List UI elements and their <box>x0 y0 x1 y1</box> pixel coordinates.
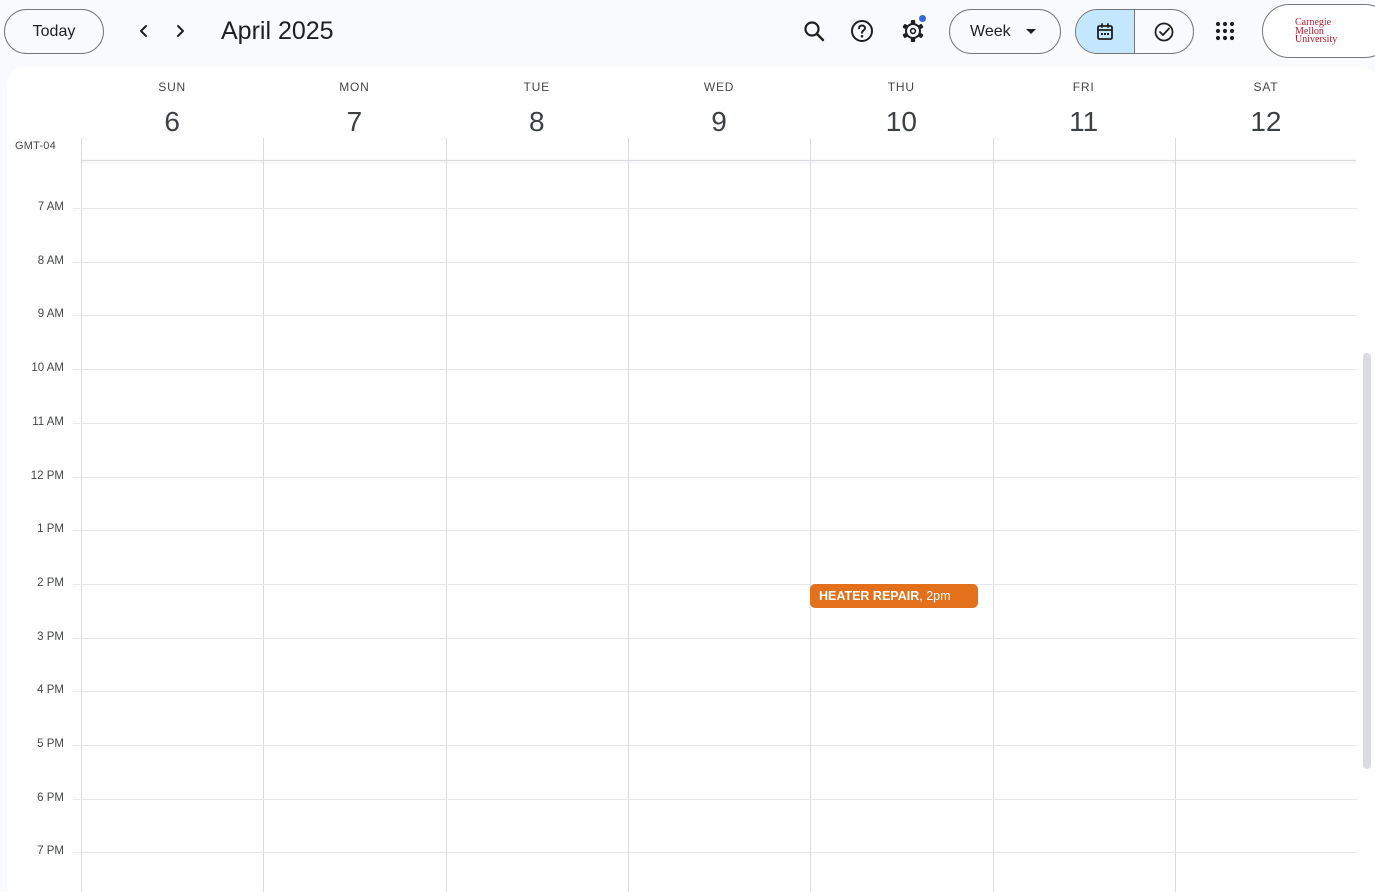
hour-gridline <box>73 798 1358 800</box>
search-button[interactable] <box>795 12 833 50</box>
hour-gridline <box>73 208 1358 209</box>
hour-gridline <box>73 422 1358 424</box>
day-name: SAT <box>1253 80 1279 94</box>
calendar-icon <box>1096 22 1113 40</box>
hour-label: 6 PM <box>37 791 64 804</box>
day-header-fri[interactable]: FRI 11 <box>993 66 1175 161</box>
day-name: THU <box>887 80 915 94</box>
view-select-label: Week <box>970 22 1011 40</box>
event-chip[interactable]: HEATER REPAIR, 2pm <box>810 584 978 608</box>
header-divider <box>81 160 1356 161</box>
hour-label: 7 AM <box>37 201 64 213</box>
account-button[interactable]: Carnegie Mellon University <box>1262 4 1375 58</box>
hour-label: 4 PM <box>37 684 64 697</box>
hour-label: 10 AM <box>31 362 64 375</box>
today-button[interactable]: Today <box>4 9 104 54</box>
day-column-divider <box>81 138 82 892</box>
day-name: FRI <box>1072 80 1095 94</box>
hour-label: 3 PM <box>37 630 64 643</box>
hour-label: 7 PM <box>37 845 64 858</box>
day-number[interactable]: 9 <box>628 106 810 138</box>
day-number[interactable]: 12 <box>1175 106 1357 138</box>
day-header-wed[interactable]: WED 9 <box>628 66 810 161</box>
hour-gridline <box>73 261 1358 263</box>
day-name: MON <box>339 80 370 94</box>
day-name: TUE <box>523 80 550 94</box>
timezone-label: GMT-04 <box>15 140 56 152</box>
chevron-left-icon <box>140 25 147 37</box>
day-column-divider <box>810 138 812 892</box>
notification-dot <box>919 15 926 22</box>
apps-button[interactable] <box>1206 12 1244 50</box>
hour-label: 11 AM <box>32 415 64 428</box>
scrollbar-thumb[interactable] <box>1363 353 1371 769</box>
day-column-divider <box>263 138 265 892</box>
next-week-button[interactable] <box>163 14 197 48</box>
event-title: HEATER REPAIR <box>819 589 920 603</box>
day-number[interactable]: 10 <box>810 106 992 138</box>
hour-gridline <box>73 315 1358 317</box>
hour-label: 12 PM <box>30 469 64 482</box>
hour-gridline <box>73 530 1358 532</box>
calendar-view-button[interactable] <box>1076 10 1135 53</box>
month-title: April 2025 <box>221 17 334 45</box>
day-name: SUN <box>158 80 187 94</box>
calendar-tasks-toggle <box>1075 9 1194 54</box>
apps-grid-icon <box>1215 21 1235 41</box>
help-button[interactable] <box>843 12 881 50</box>
event-time: , 2pm <box>919 589 951 603</box>
hour-label: 1 PM <box>37 523 64 536</box>
day-name: WED <box>703 80 735 94</box>
day-number[interactable]: 11 <box>993 106 1175 138</box>
hour-label: 2 PM <box>37 576 64 589</box>
top-toolbar: Today April 2025 Week Carnegie Mellon Un… <box>0 0 1375 64</box>
logo-line: University <box>1295 34 1338 45</box>
previous-week-button[interactable] <box>127 14 161 48</box>
hour-label: 8 AM <box>37 254 64 267</box>
day-column-divider <box>445 138 447 892</box>
hour-gridline <box>73 369 1358 371</box>
hour-gridline <box>73 637 1358 639</box>
day-number[interactable]: 8 <box>446 106 628 138</box>
hour-label: 9 AM <box>37 308 64 321</box>
day-column-divider <box>1174 138 1176 892</box>
chevron-right-icon <box>177 25 184 37</box>
hour-gridline <box>73 583 1358 585</box>
day-column-divider <box>992 138 994 892</box>
day-number[interactable]: 7 <box>263 106 445 138</box>
hour-gridline <box>73 691 1358 693</box>
hour-gridline <box>73 852 1358 854</box>
day-header-thu[interactable]: THU 10 <box>810 66 992 161</box>
university-logo: Carnegie Mellon University <box>1283 14 1367 48</box>
help-icon <box>851 20 873 42</box>
search-icon <box>804 21 825 42</box>
day-header-sun[interactable]: SUN 6 <box>81 66 263 161</box>
caret-down-icon <box>1026 29 1036 34</box>
day-header-mon[interactable]: MON 7 <box>263 66 445 161</box>
hour-gridline <box>73 476 1358 478</box>
hour-label: 5 PM <box>37 738 64 750</box>
week-grid-panel: GMT-04 SUN 6 MON 7 TUE 8 WED 9 THU 10 FRI 11 SAT 12 7… <box>7 66 1375 892</box>
day-header-tue[interactable]: TUE 8 <box>446 66 628 161</box>
day-header-sat[interactable]: SAT 12 <box>1175 66 1357 161</box>
settings-button[interactable] <box>894 12 932 50</box>
task-check-icon <box>1154 22 1174 41</box>
view-select[interactable]: Week <box>949 9 1061 54</box>
tasks-view-button[interactable] <box>1135 10 1194 53</box>
day-column-divider <box>627 138 629 892</box>
day-number[interactable]: 6 <box>81 106 263 138</box>
hour-gridline <box>73 745 1358 746</box>
